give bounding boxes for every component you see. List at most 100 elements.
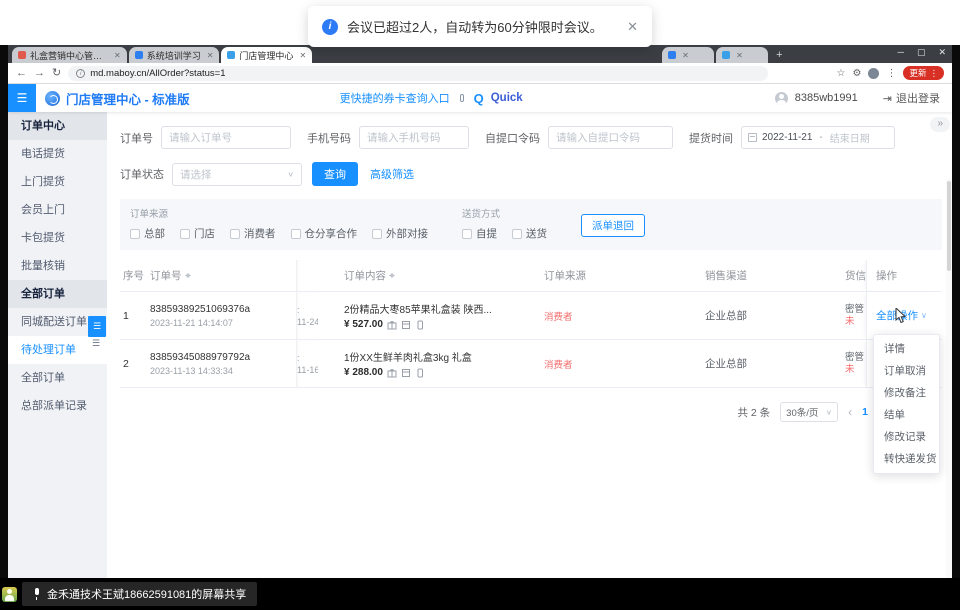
browser-tab-1[interactable]: 礼盒营销中心管理中心 ✕ (12, 47, 127, 63)
dispatch-return-button[interactable]: 派单退回 (581, 214, 645, 237)
menu-item-edit-note[interactable]: 修改备注 (874, 382, 939, 404)
sidebar-item-batch-verify[interactable]: 批量核销 (8, 252, 107, 280)
prev-page-button[interactable]: ‹ (848, 405, 852, 419)
meeting-notification: i 会议已超过2人，自动转为60分钟限时会议。 ✕ (308, 6, 652, 47)
coupon-query-link[interactable]: 更快捷的券卡查询入口 (340, 90, 450, 106)
sidebar-grip-icon[interactable]: ☰ (92, 338, 100, 349)
checkbox-hq[interactable]: 总部 (130, 226, 165, 241)
url-input[interactable]: i md.maboy.cn/AllOrder?status=1 (68, 66, 768, 81)
menu-item-close-order[interactable]: 结单 (874, 404, 939, 426)
phone-input[interactable] (359, 126, 469, 149)
tab-favicon (227, 51, 235, 59)
header-actions: 操作 (866, 260, 935, 291)
tab-close-icon[interactable]: ✕ (114, 51, 121, 60)
pickup-date-fragment: 11-24 (297, 316, 318, 328)
browser-update-button[interactable]: 更新 ⋮ (903, 66, 944, 80)
window-close-button[interactable]: ✕ (938, 47, 946, 58)
order-number[interactable]: 83859345088979792a (150, 352, 296, 363)
sidebar-item-phone-pickup[interactable]: 电话提货 (8, 140, 107, 168)
info-icon: i (322, 19, 338, 35)
menu-item-cancel-order[interactable]: 订单取消 (874, 360, 939, 382)
search-button[interactable]: 查询 (312, 162, 358, 186)
site-info-icon[interactable]: i (76, 69, 85, 78)
browser-tab-partial[interactable]: ✕ (716, 47, 768, 63)
date-range-picker[interactable]: 2022-11-21 - 结束日期 (741, 126, 895, 149)
checkbox-warehouse-share[interactable]: 仓分享合作 (291, 226, 358, 241)
page-size-select[interactable]: 30条/页 ∨ (780, 402, 838, 422)
chevron-down-icon: ∨ (287, 170, 294, 179)
scrollbar-thumb[interactable] (947, 181, 951, 271)
sidebar-section-order-center[interactable]: 订单中心 (8, 112, 107, 140)
order-no-input[interactable] (161, 126, 291, 149)
menu-item-edit-history[interactable]: 修改记录 (874, 426, 939, 448)
browser-profile-avatar[interactable] (868, 68, 879, 79)
date-start-value[interactable]: 2022-11-21 (762, 132, 812, 143)
app-title: 门店管理中心 - 标准版 (66, 89, 190, 108)
logout-button[interactable]: ⇥ 退出登录 (883, 90, 940, 106)
sidebar-toggle-button[interactable]: ☰ (88, 316, 106, 337)
browser-tab-active[interactable]: 门店管理中心 ✕ (221, 47, 312, 63)
sort-icon[interactable] (389, 270, 396, 281)
order-content-cell: 1份XX生鲜羊肉礼盒3kg 礼盒 ¥ 288.00 (318, 349, 540, 378)
sidebar-item-card-pickup[interactable]: 卡包提货 (8, 224, 107, 252)
notification-close-icon[interactable]: ✕ (627, 19, 638, 35)
row-index: 2 (120, 358, 150, 370)
sidebar-item-member-visit[interactable]: 会员上门 (8, 196, 107, 224)
checkbox-consumer[interactable]: 消费者 (230, 226, 276, 241)
select-placeholder: 请选择 (180, 167, 212, 182)
pickup-time-fragment: : (297, 304, 318, 316)
meeting-app-icon[interactable] (2, 587, 17, 602)
sidebar-section-all-orders[interactable]: 全部订单 (8, 280, 107, 308)
order-number[interactable]: 83859389251069376a (150, 304, 296, 315)
pickup-code-input[interactable] (548, 126, 673, 149)
menu-item-details[interactable]: 详情 (874, 338, 939, 360)
tab-close-icon[interactable]: ✕ (207, 51, 214, 60)
tab-close-icon[interactable]: ✕ (736, 51, 743, 60)
pagination: 共 2 条 30条/页 ∨ ‹ 1 › (120, 402, 942, 422)
date-end-placeholder[interactable]: 结束日期 (830, 130, 870, 145)
source-badge: 消费者 (544, 312, 573, 323)
tab-favicon (18, 51, 26, 59)
page-number-1[interactable]: 1 (862, 406, 868, 418)
reload-icon[interactable]: ↻ (52, 68, 61, 79)
sidebar-item-all-orders[interactable]: 全部订单 (8, 364, 107, 392)
sidebar-item-hq-dispatch-records[interactable]: 总部派单记录 (8, 392, 107, 420)
new-tab-button[interactable]: + (776, 49, 782, 61)
quick-search-link[interactable]: Quick (491, 92, 523, 104)
page-scrollbar[interactable] (946, 179, 952, 578)
checkbox-store[interactable]: 门店 (180, 226, 215, 241)
microphone-icon (33, 588, 40, 600)
menu-item-switch-express[interactable]: 转快递发货 (874, 448, 939, 470)
header-order-content[interactable]: 订单内容 (318, 268, 540, 283)
tab-close-icon[interactable]: ✕ (299, 51, 306, 60)
checkbox-delivery[interactable]: 送货 (512, 226, 547, 241)
browser-menu-icon[interactable]: ⋮ (886, 68, 896, 79)
window-maximize-button[interactable]: ▢ (917, 47, 926, 58)
pickup-time-cell-clipped: : 11-16 (296, 340, 318, 387)
panel-collapse-button[interactable]: » (930, 117, 950, 132)
advanced-filter-link[interactable]: 高级筛选 (370, 166, 414, 182)
hamburger-menu-button[interactable]: ☰ (8, 84, 36, 112)
browser-tab-bar: 礼盒营销中心管理中心 ✕ 系统培训学习 ✕ 门店管理中心 ✕ ✕ ✕ + ─ ▢… (8, 45, 952, 63)
quick-q-logo[interactable]: Q (474, 91, 484, 106)
table-row[interactable]: 2 83859345088979792a 2023-11-13 14:33:34… (120, 340, 942, 388)
checkbox-self-pickup[interactable]: 自提 (462, 226, 497, 241)
browser-tab-2[interactable]: 系统培训学习 ✕ (129, 47, 220, 63)
sidebar-item-door-pickup[interactable]: 上门提货 (8, 168, 107, 196)
order-status-select[interactable]: 请选择 ∨ (172, 163, 302, 186)
extensions-icon[interactable]: ⚙ (853, 68, 862, 79)
table-row[interactable]: 1 83859389251069376a 2023-11-21 14:14:07… (120, 292, 942, 340)
username[interactable]: 8385wb1991 (795, 92, 858, 104)
header-order-no[interactable]: 订单号 (150, 268, 296, 283)
browser-tab-partial[interactable]: ✕ (662, 47, 714, 63)
screen-share-pill[interactable]: 金禾通技术王斌18662591081的屏幕共享 (22, 582, 257, 606)
sort-icon[interactable] (185, 270, 192, 281)
ship-info-line1: 密管 (845, 352, 866, 364)
bookmark-star-icon[interactable]: ☆ (837, 68, 846, 79)
forward-icon[interactable]: → (34, 68, 45, 79)
checkbox-external[interactable]: 外部对接 (372, 226, 428, 241)
user-avatar[interactable] (775, 92, 788, 105)
back-icon[interactable]: ← (16, 68, 27, 79)
window-minimize-button[interactable]: ─ (898, 47, 904, 58)
tab-close-icon[interactable]: ✕ (682, 51, 689, 60)
